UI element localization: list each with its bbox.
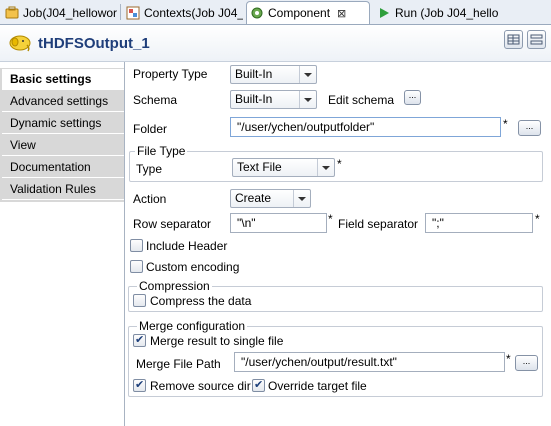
folder-browse-button[interactable]: ... xyxy=(518,120,541,136)
page-title: tHDFSOutput_1 xyxy=(38,35,150,52)
compress-data-checkbox[interactable] xyxy=(133,294,146,307)
file-type-select[interactable]: Text File xyxy=(232,158,335,177)
chevron-down-icon xyxy=(293,190,310,207)
required-star: * xyxy=(535,212,540,226)
nav-advanced-settings[interactable]: Advanced settings xyxy=(2,91,124,112)
file-type-group xyxy=(129,151,543,182)
action-value: Create xyxy=(235,191,272,205)
form-view-icon xyxy=(530,34,543,45)
action-select[interactable]: Create xyxy=(230,189,311,208)
merge-file-path-input[interactable]: "/user/ychen/output/result.txt" xyxy=(234,352,505,372)
table-view-button[interactable] xyxy=(504,30,523,49)
property-type-select[interactable]: Built-In xyxy=(230,65,317,84)
tab-job-label: Job(J04_helloworl xyxy=(23,5,117,20)
row-separator-input[interactable]: "\n" xyxy=(230,213,327,233)
remove-source-dir-checkbox[interactable] xyxy=(133,378,146,392)
close-icon[interactable]: ⊠ xyxy=(337,7,346,20)
nav-validation-rules[interactable]: Validation Rules xyxy=(2,179,124,200)
remove-source-dir-label: Remove source dir xyxy=(150,379,251,393)
chevron-down-icon xyxy=(299,66,316,83)
run-icon xyxy=(380,7,389,18)
nav-dynamic-settings[interactable]: Dynamic settings xyxy=(2,113,124,134)
contexts-icon xyxy=(126,6,140,19)
custom-encoding-label: Custom encoding xyxy=(146,260,240,274)
file-type-label: Type xyxy=(136,162,163,176)
folder-input[interactable]: "/user/ychen/outputfolder" xyxy=(230,117,501,137)
property-type-value: Built-In xyxy=(235,67,273,81)
nav-documentation[interactable]: Documentation xyxy=(2,157,124,178)
tab-divider xyxy=(120,4,121,20)
tab-component[interactable]: Component ⊠ xyxy=(246,1,370,24)
component-icon xyxy=(251,7,263,19)
merge-configuration-group-label: Merge configuration xyxy=(137,319,248,333)
override-target-file-checkbox[interactable] xyxy=(252,378,265,392)
pane-divider xyxy=(124,62,125,426)
merge-single-file-checkbox[interactable] xyxy=(133,333,146,347)
property-type-label: Property Type xyxy=(133,67,208,81)
schema-select[interactable]: Built-In xyxy=(230,90,317,109)
tab-run-label: Run (Job J04_hello xyxy=(395,5,499,20)
chevron-down-icon xyxy=(317,159,334,176)
table-view-icon xyxy=(507,34,520,45)
schema-value: Built-In xyxy=(235,92,273,106)
merge-single-file-label: Merge result to single file xyxy=(150,334,284,348)
required-star: * xyxy=(337,157,342,171)
tab-job[interactable]: Job(J04_helloworl xyxy=(2,2,117,23)
edit-schema-label: Edit schema xyxy=(328,93,395,107)
tab-contexts[interactable]: Contexts(Job J04_ xyxy=(123,2,243,23)
merge-path-browse-button[interactable]: ... xyxy=(515,355,538,371)
nav-basic-settings[interactable]: Basic settings xyxy=(2,69,124,90)
required-star: * xyxy=(503,117,508,131)
merge-file-path-label: Merge File Path xyxy=(136,357,221,371)
job-icon xyxy=(5,6,19,18)
file-type-value: Text File xyxy=(237,160,282,174)
required-star: * xyxy=(328,212,333,226)
required-star: * xyxy=(506,352,511,366)
tab-run[interactable]: Run (Job J04_hello xyxy=(374,2,504,23)
chevron-down-icon xyxy=(299,91,316,108)
field-separator-input[interactable]: ";" xyxy=(425,213,533,233)
custom-encoding-checkbox[interactable] xyxy=(130,260,143,273)
schema-label: Schema xyxy=(133,93,178,107)
tab-contexts-label: Contexts(Job J04_ xyxy=(144,5,243,20)
include-header-label: Include Header xyxy=(146,239,228,253)
nav-view[interactable]: View xyxy=(2,135,124,156)
include-header-checkbox[interactable] xyxy=(130,239,143,252)
form-view-button[interactable] xyxy=(527,30,546,49)
override-target-file-label: Override target file xyxy=(268,379,367,393)
compression-group-label: Compression xyxy=(137,279,212,293)
action-label: Action xyxy=(133,192,167,206)
hdfs-elephant-icon xyxy=(9,35,31,52)
file-type-group-label: File Type xyxy=(135,144,188,158)
tab-component-label: Component xyxy=(268,6,331,20)
compress-data-label: Compress the data xyxy=(150,294,252,308)
row-separator-label: Row separator xyxy=(133,217,212,231)
edit-schema-button[interactable]: ... xyxy=(404,90,421,105)
folder-label: Folder xyxy=(133,122,168,136)
field-separator-label: Field separator xyxy=(338,217,419,231)
